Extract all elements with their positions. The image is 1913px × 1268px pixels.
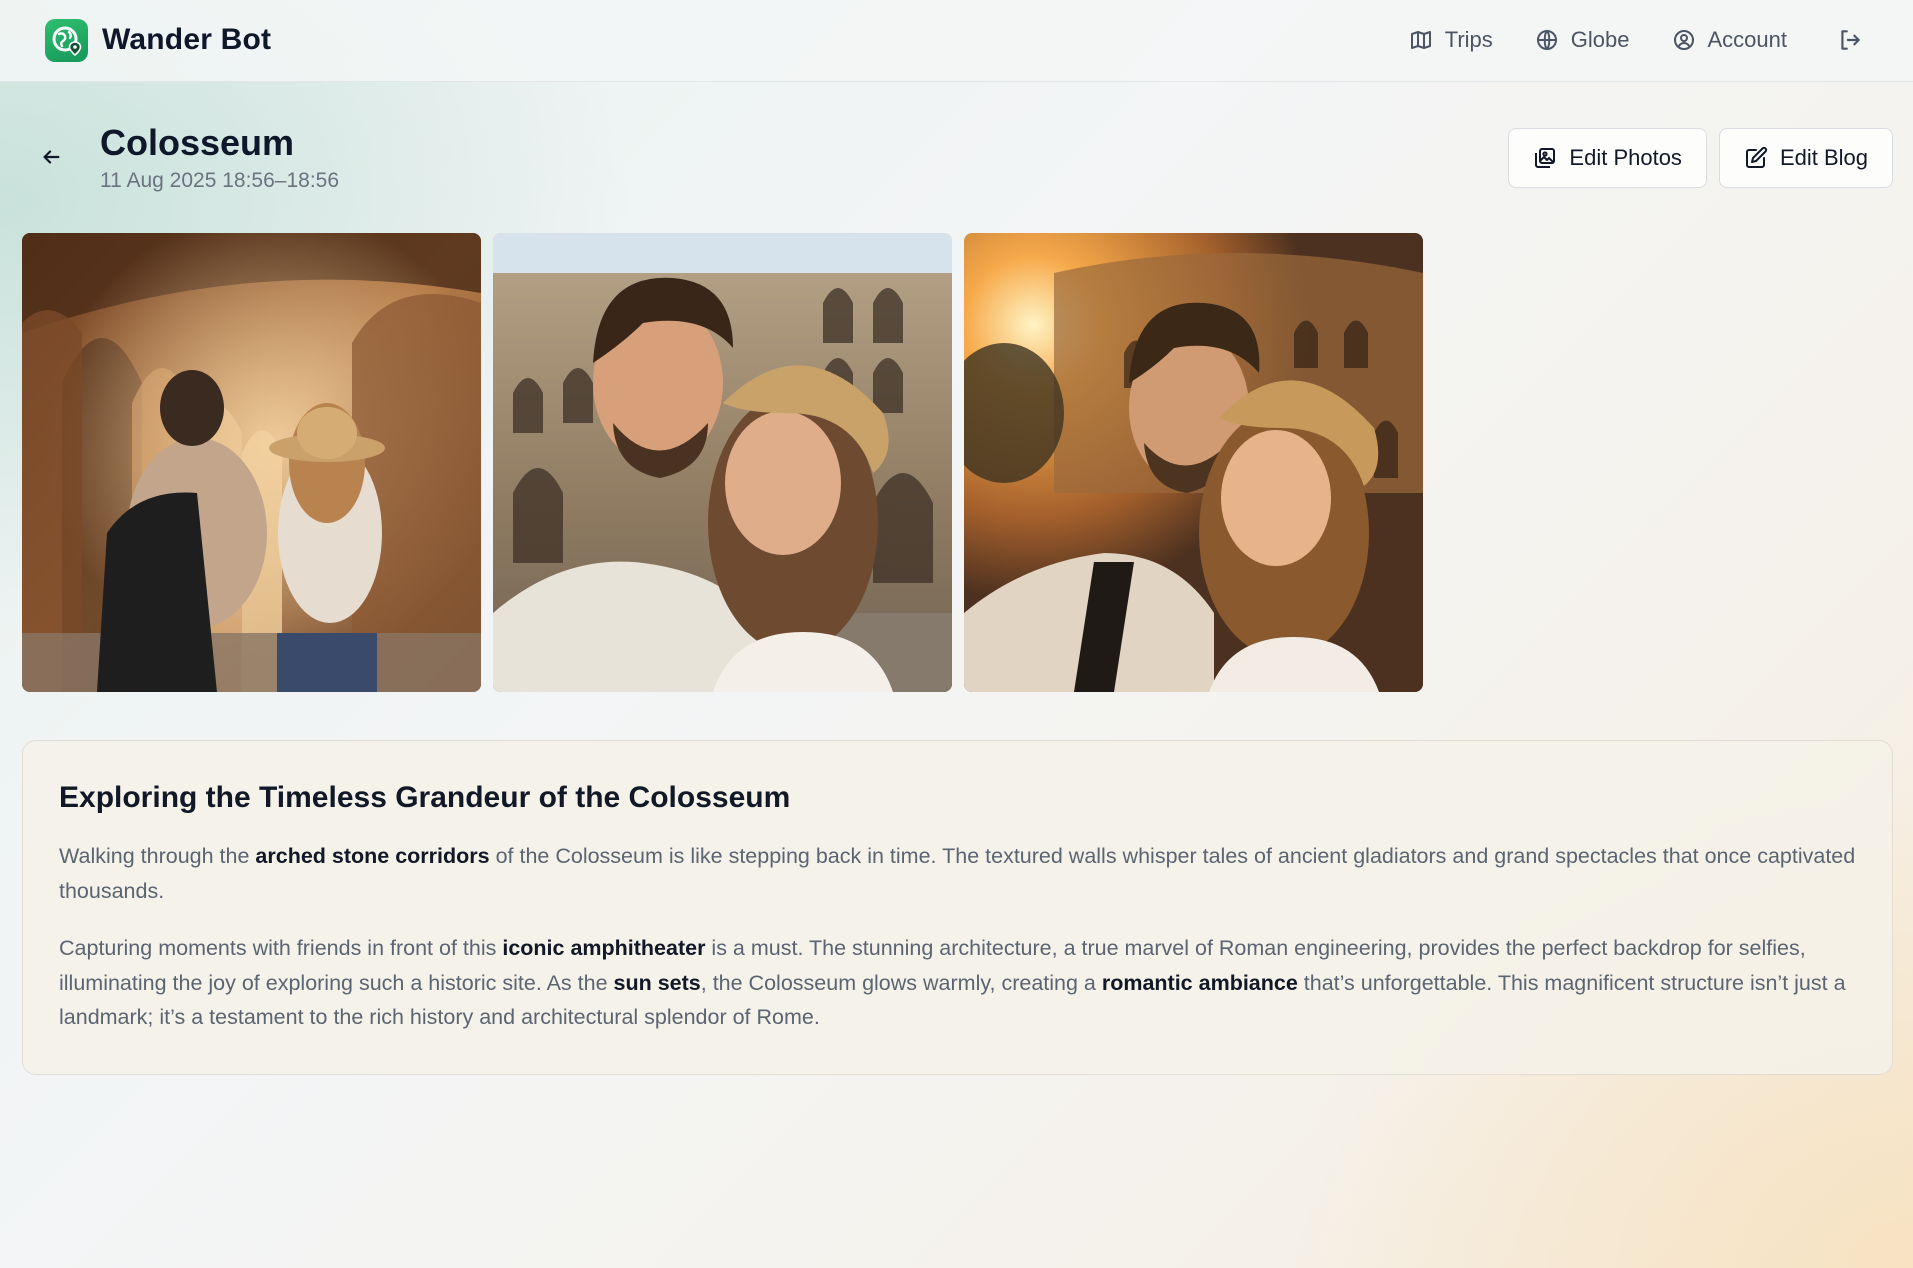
page-date-range: 11 Aug 2025 18:56–18:56 bbox=[100, 169, 340, 192]
edit-blog-button[interactable]: Edit Blog bbox=[1718, 128, 1893, 188]
logout-icon bbox=[1841, 30, 1860, 50]
nav-item-trips[interactable]: Trips bbox=[1409, 27, 1493, 53]
blog-text: Capturing moments with friends in front … bbox=[59, 936, 503, 960]
blog-title: Exploring the Timeless Grandeur of the C… bbox=[59, 781, 791, 814]
page-title: Colosseum bbox=[100, 122, 295, 163]
blog-card: Exploring the Timeless Grandeur of the C… bbox=[22, 740, 1893, 1075]
main-nav: Trips Globe Account bbox=[1367, 22, 1863, 58]
top-navigation-bar: Wander Bot Trips Globe Account bbox=[0, 0, 1913, 82]
globe-pin-logo-icon bbox=[45, 18, 88, 62]
blog-highlight: romantic ambiance bbox=[1101, 970, 1298, 995]
edit-photos-label: Edit Photos bbox=[1569, 145, 1682, 170]
edit-photos-button[interactable]: Edit Photos bbox=[1508, 128, 1707, 188]
logout-button[interactable] bbox=[1837, 27, 1863, 53]
nav-item-label: Account bbox=[1707, 27, 1788, 52]
nav-item-label: Globe bbox=[1570, 27, 1630, 52]
nav-item-globe[interactable]: Globe bbox=[1535, 27, 1630, 53]
blog-text: Walking through the bbox=[59, 844, 256, 868]
user-circle-icon bbox=[1673, 30, 1694, 50]
photo-gallery bbox=[22, 233, 1423, 692]
nav-item-account[interactable]: Account bbox=[1672, 27, 1788, 53]
blog-highlight: sun sets bbox=[613, 970, 701, 995]
page-actions: Edit Photos Edit Blog bbox=[1508, 128, 1893, 188]
photo-thumbnail[interactable] bbox=[493, 233, 952, 692]
blog-text: , the Colosseum glows warmly, creating a bbox=[700, 970, 1102, 995]
photo-thumbnail[interactable] bbox=[22, 233, 481, 692]
blog-paragraph: Capturing moments with friends in front … bbox=[59, 931, 1856, 1035]
back-button[interactable] bbox=[36, 142, 66, 172]
nav-item-label: Trips bbox=[1444, 27, 1493, 52]
brand-name: Wander Bot bbox=[102, 23, 272, 56]
images-icon bbox=[1535, 148, 1556, 168]
arrow-left-icon bbox=[43, 150, 60, 164]
edit-blog-label: Edit Blog bbox=[1779, 145, 1868, 170]
map-icon bbox=[1410, 31, 1431, 49]
page-header: Colosseum 11 Aug 2025 18:56–18:56 bbox=[100, 121, 339, 193]
globe-icon bbox=[1536, 29, 1557, 51]
blog-paragraph: Walking through the arched stone corrido… bbox=[59, 839, 1856, 908]
blog-highlight: arched stone corridors bbox=[255, 844, 490, 868]
photo-thumbnail[interactable] bbox=[964, 233, 1423, 692]
edit-icon bbox=[1745, 146, 1767, 168]
blog-highlight: iconic amphitheater bbox=[502, 936, 706, 960]
brand[interactable]: Wander Bot bbox=[45, 18, 271, 62]
